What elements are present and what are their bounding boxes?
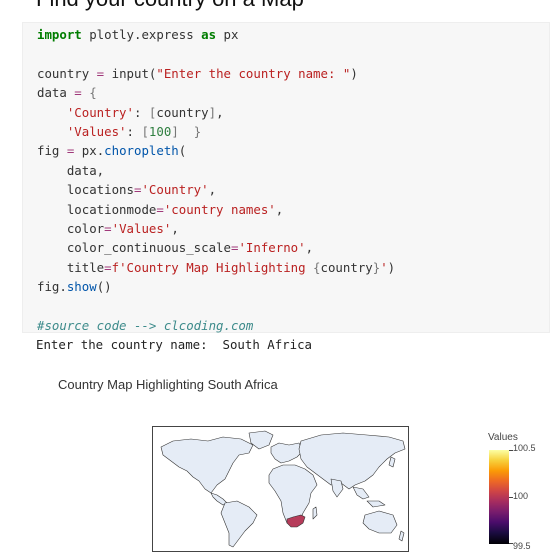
code-token: f'Country Map Highlighting [111,259,314,275]
code-token: color_continuous_scale [66,240,231,256]
code-comment: #source code --> clcoding.com [37,318,254,334]
output-prompt: Enter the country name: [36,337,223,352]
code-token: data, [66,162,105,178]
japan [388,456,396,468]
code-token: } [178,124,202,140]
code-token: = [89,65,112,81]
choropleth-map[interactable] [152,426,409,552]
code-token: , [216,104,224,120]
code-token: ' [380,259,388,275]
code-token: choropleth [104,143,179,159]
code-token: as [201,27,217,42]
code-token: import [37,27,82,42]
new-zealand [398,530,405,542]
code-token: data [37,85,67,101]
code-cell[interactable]: import plotly.express as px country = in… [22,22,550,333]
code-token: ] [171,124,179,140]
madagascar [312,506,318,520]
output-answer: South Africa [222,337,313,352]
code-token: country [37,65,90,81]
europe [270,442,304,464]
code-token: ] [208,104,217,120]
code-token: 'Country' [66,104,134,120]
code-token: locationmode [66,201,157,217]
colorbar-min-label: 99.5 [513,541,531,551]
code-token: , [305,240,314,256]
code-token: 'country names' [163,201,276,217]
north-america [160,436,254,494]
code-token: = [156,201,164,217]
india [330,478,344,498]
code-token: 'Values' [66,124,127,140]
code-token: = [66,85,90,101]
world-map [160,430,406,548]
code-token: 100 [148,124,172,140]
cell-output: Enter the country name: South Africa [36,337,312,352]
plot-title: Country Map Highlighting South Africa [58,377,278,392]
code-token: 'Country' [141,182,209,198]
code-token: input [111,65,149,81]
code-token: 'Inferno' [238,240,306,256]
code-token: 'Values' [111,221,172,237]
code-token: px. [81,143,105,159]
code-token: ) [350,65,358,81]
code-token: = [59,143,82,159]
code-token: () [96,279,112,295]
code-token: , [208,182,217,198]
colorbar-mid-label: 100 [513,491,529,501]
code-token: show [66,279,97,295]
code-token: : [133,104,149,120]
code-token: , [275,201,284,217]
code-token: fig [37,143,60,159]
code-token: = [104,221,112,237]
code-token: ) [387,259,396,275]
code-token: locations [66,182,134,198]
code-token: px [216,27,239,42]
code-token: plotly.express [81,27,202,42]
page-heading: Find your country on a Map [36,0,304,12]
code-token: country [156,104,209,120]
code-token: ( [178,143,187,159]
code-token: country [320,259,373,275]
colorbar [489,450,509,544]
code-token: = [104,259,112,275]
code-token: { [313,259,321,275]
code-token: title [66,259,105,275]
colorbar-max-label: 100.5 [513,443,536,453]
code-token: fig. [37,279,67,295]
colorbar-title: Values [488,432,518,443]
southeast-asia [352,486,386,508]
code-token: "Enter the country name: " [156,65,351,81]
code-token: , [171,221,179,237]
code-token: color [66,221,105,237]
australia [362,510,398,534]
africa [268,464,318,526]
code-token: [ [141,124,149,140]
code-token: : [126,124,142,140]
south-america [220,500,258,548]
code-block: import plotly.express as px country = in… [37,25,395,336]
code-token: { [89,85,97,101]
